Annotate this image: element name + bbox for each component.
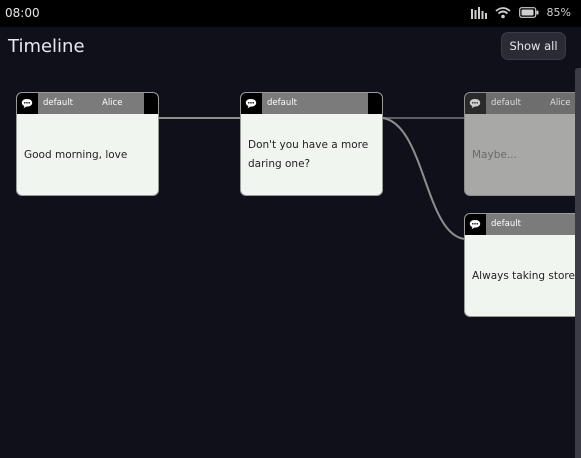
node-header: default (465, 214, 581, 235)
battery-percent: 85% (546, 6, 571, 19)
node-speaker: Alice (550, 98, 571, 108)
node-channel: default (491, 219, 521, 229)
battery-icon (518, 7, 539, 18)
speech-bubble-icon (21, 98, 33, 112)
status-icons: 85% (470, 6, 571, 19)
node-header: default (241, 93, 382, 114)
connector-2-4 (382, 117, 466, 240)
timeline-screen: 08:00 85% Timeline Show all default Alic… (0, 0, 581, 458)
dialogue-node[interactable]: default Alice Good morning, love (16, 92, 159, 196)
show-all-button[interactable]: Show all (501, 32, 566, 60)
signal-icon (470, 6, 487, 19)
node-channel: default (491, 98, 521, 108)
dialogue-node[interactable]: default Always taking store pics? (464, 213, 581, 317)
node-text: Good morning, love (24, 148, 128, 161)
node-channel: default (267, 98, 297, 108)
dialogue-node-dimmed[interactable]: default Alice Maybe... (464, 92, 581, 196)
node-text: Always taking store pics? (472, 269, 581, 282)
node-text: Don't you have a more daring one? (248, 139, 369, 170)
vertical-scrollbar[interactable] (575, 68, 581, 458)
node-header: default Alice (17, 93, 158, 114)
speech-bubble-icon (469, 98, 481, 112)
node-speaker: Alice (102, 98, 123, 108)
node-header: default Alice (465, 93, 581, 114)
speech-bubble-icon (469, 219, 481, 233)
status-time: 08:00 (5, 6, 40, 20)
dialogue-node[interactable]: default Don't you have a more daring one… (240, 92, 383, 196)
wifi-icon (494, 6, 511, 19)
speech-bubble-icon (245, 98, 257, 112)
node-channel: default (43, 98, 73, 108)
node-text: Maybe... (472, 148, 517, 161)
status-bar: 08:00 85% (0, 0, 581, 27)
page-title: Timeline (8, 36, 85, 57)
